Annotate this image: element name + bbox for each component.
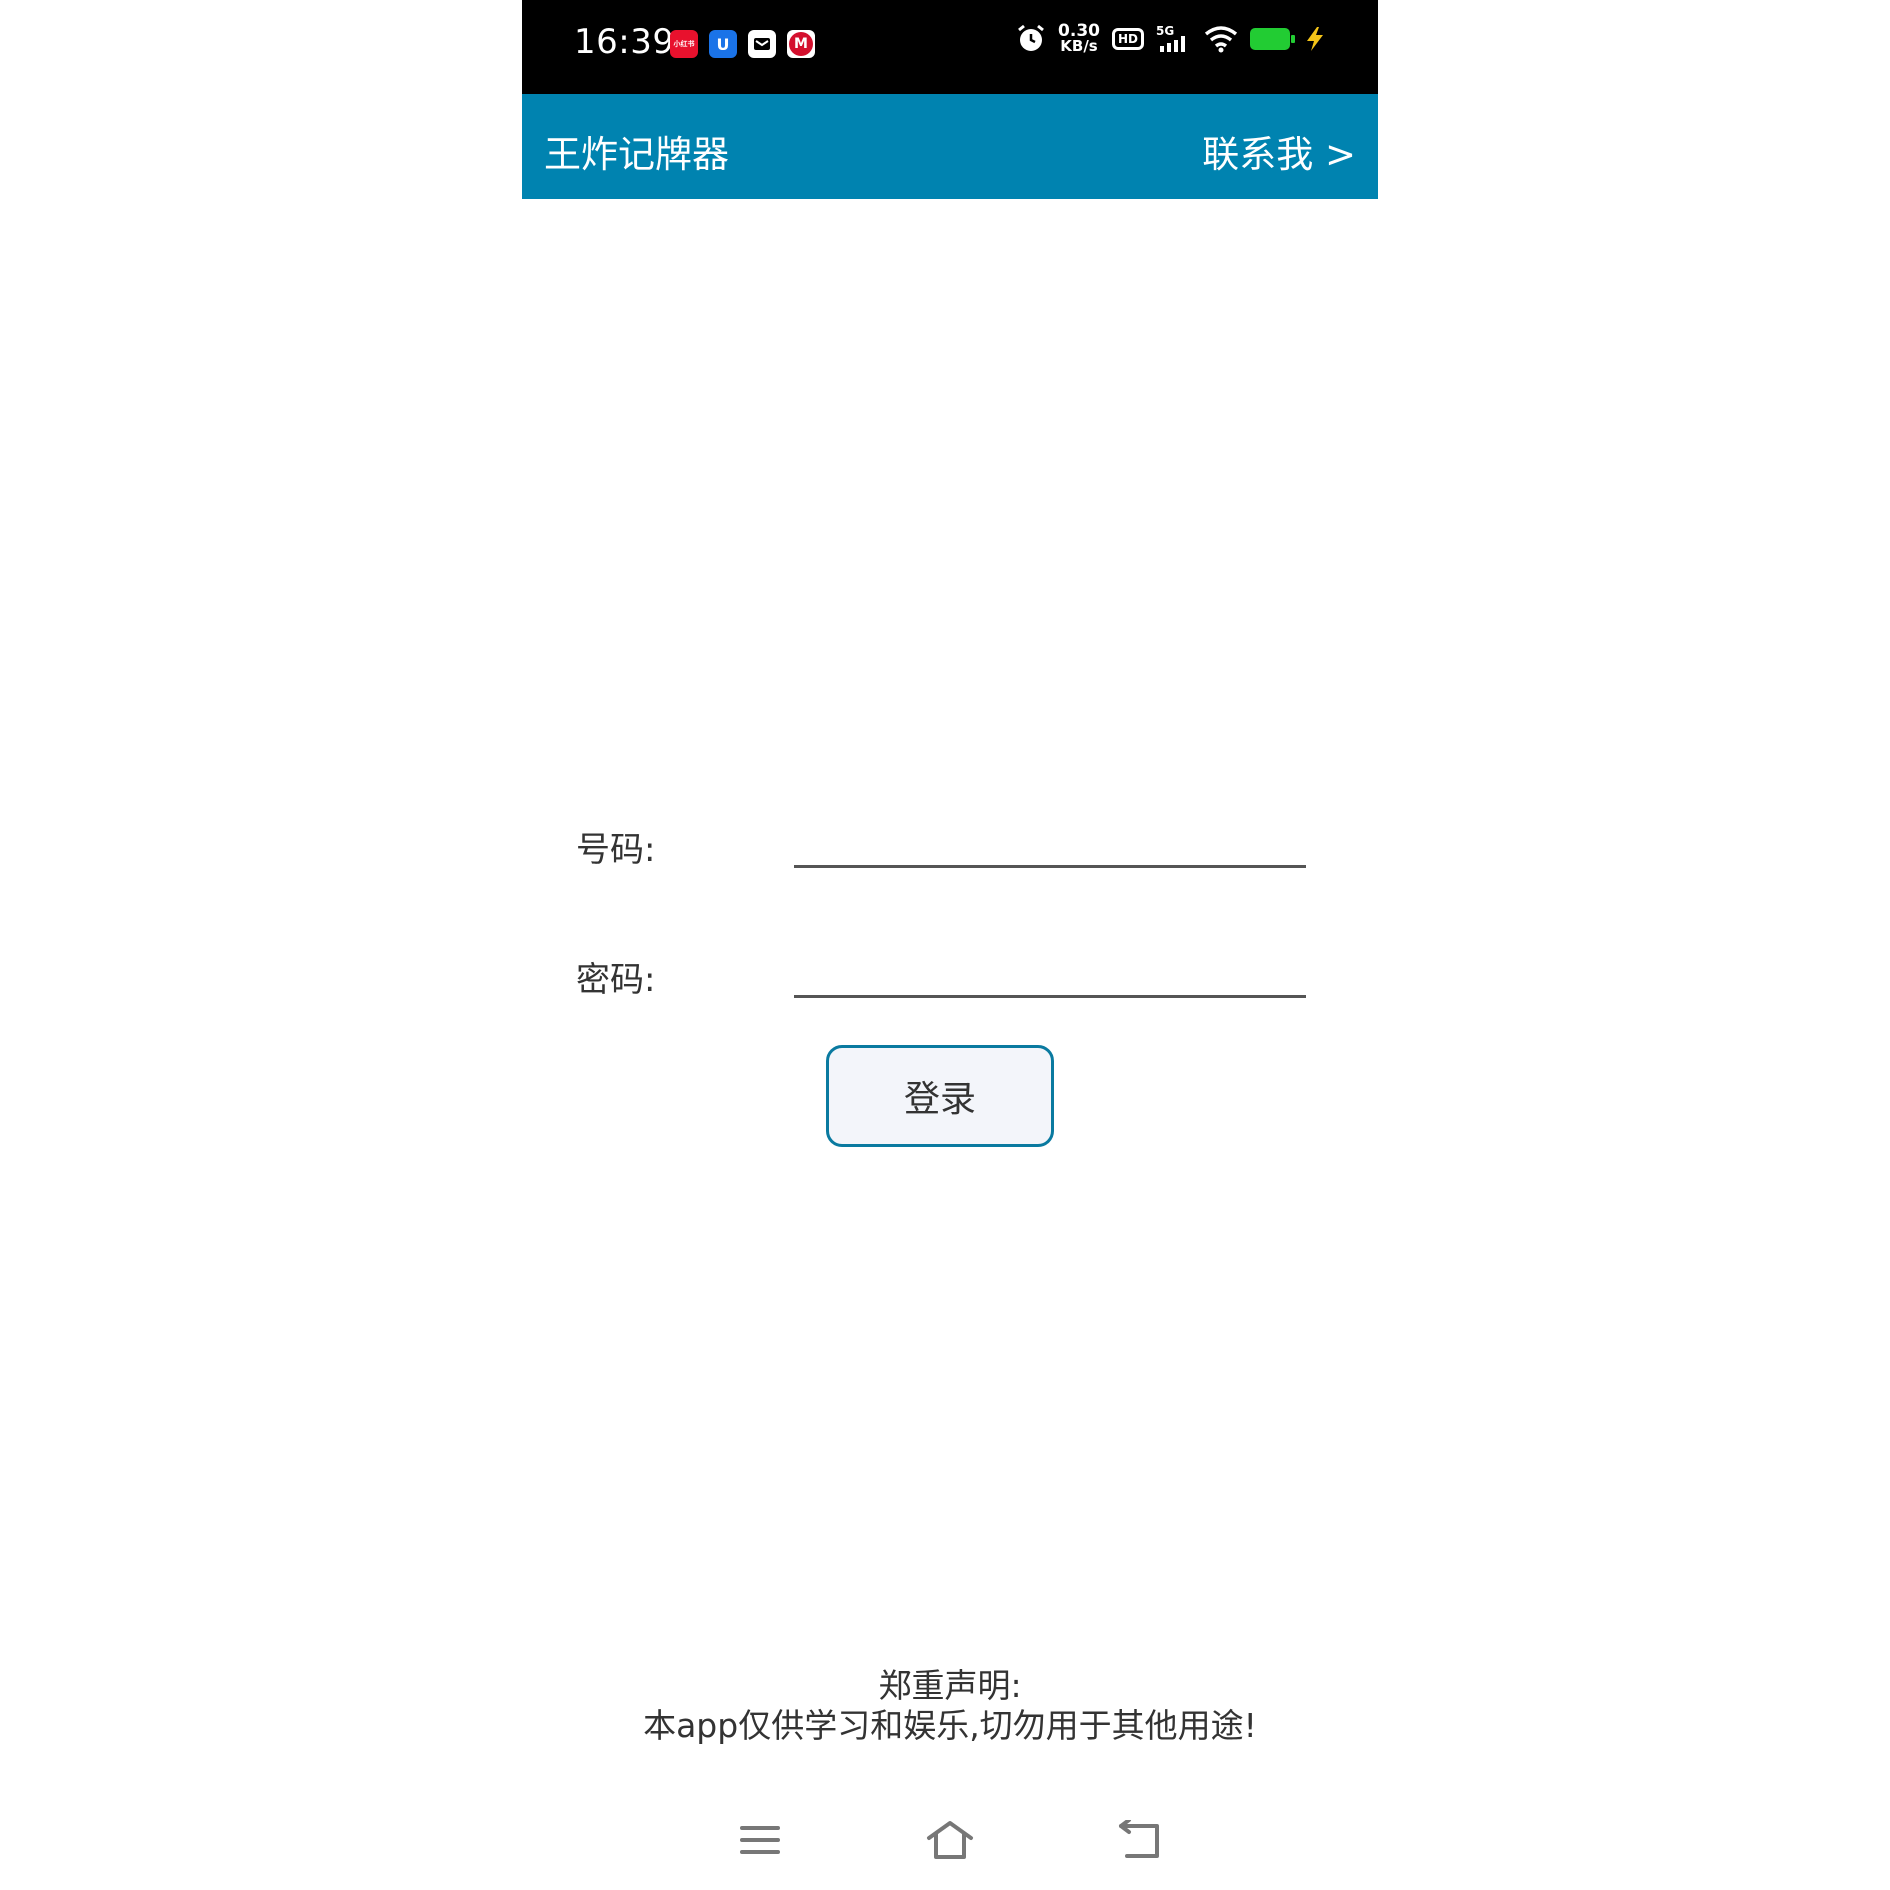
disclaimer: 郑重声明: 本app仅供学习和娱乐,切勿用于其他用途! [522,1666,1378,1746]
home-icon [927,1821,973,1859]
app-title: 王炸记牌器 [544,133,729,176]
charging-icon [1307,27,1323,51]
page: 16:39 小红书 U M 0.30 KB/s HD 5G 王炸记牌器 联系我 … [0,0,1890,1890]
back-icon [1119,1820,1159,1858]
back-button[interactable] [1110,1810,1170,1870]
menu-icon [740,1826,780,1854]
password-input[interactable] [794,945,1306,998]
notification-icons: 小红书 U M [670,30,815,58]
phone-screen: 16:39 小红书 U M 0.30 KB/s HD 5G 王炸记牌器 联系我 … [522,0,1378,1890]
phone-label: 号码: [576,830,656,870]
wifi-icon [1204,26,1238,53]
hd-icon: HD [1111,28,1144,50]
home-button[interactable] [920,1810,980,1870]
menu-button[interactable] [730,1810,790,1870]
battery-icon [1250,28,1295,50]
contact-me-link[interactable]: 联系我 > [1202,124,1356,178]
login-button[interactable]: 登录 [826,1045,1054,1147]
message-icon [748,30,776,58]
status-bar: 16:39 小红书 U M 0.30 KB/s HD 5G [522,0,1378,94]
signal-icon: 5G [1156,24,1192,54]
network-speed-unit: KB/s [1060,37,1098,55]
blue-app-icon: U [709,30,737,58]
phone-input[interactable] [794,815,1306,868]
password-label: 密码: [576,960,656,1000]
navigation-bar [522,1810,1378,1870]
disclaimer-text: 本app仅供学习和娱乐,切勿用于其他用途! [643,1706,1257,1745]
bank-app-icon: M [787,30,815,58]
app-bar: 王炸记牌器 联系我 > [522,94,1378,199]
xiaohongshu-icon: 小红书 [670,30,698,58]
alarm-icon [1018,24,1044,51]
status-right-icons: 0.30 KB/s HD 5G [1016,23,1328,55]
network-speed: 0.30 KB/s [1058,23,1100,55]
status-time: 16:39 [574,22,675,62]
disclaimer-heading: 郑重声明: [878,1666,1022,1705]
